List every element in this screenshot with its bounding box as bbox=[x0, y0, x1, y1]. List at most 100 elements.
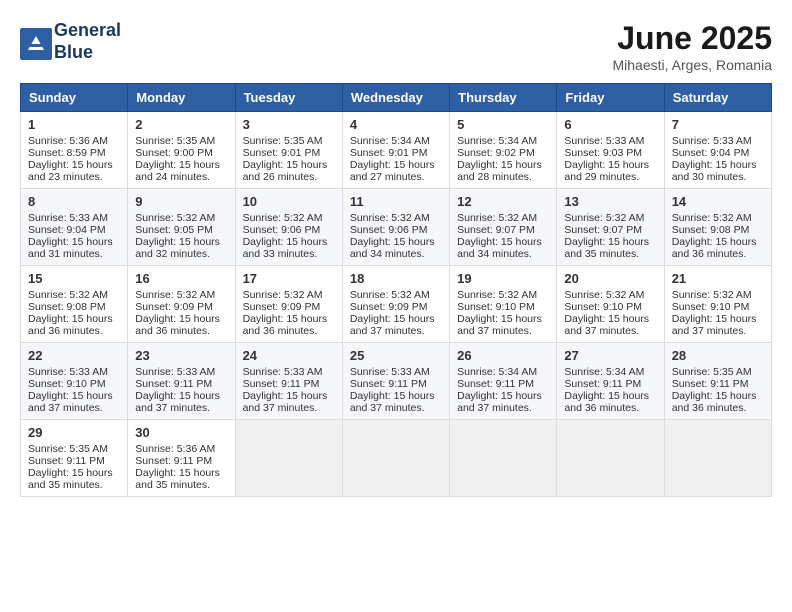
sunset: Sunset: 9:11 PM bbox=[28, 455, 105, 467]
sunset: Sunset: 9:11 PM bbox=[672, 378, 749, 390]
day-number: 11 bbox=[350, 194, 442, 209]
daylight: Daylight: 15 hours and 24 minutes. bbox=[135, 159, 220, 183]
calendar-cell: 5 Sunrise: 5:34 AM Sunset: 9:02 PM Dayli… bbox=[450, 112, 557, 189]
sunrise: Sunrise: 5:32 AM bbox=[672, 289, 752, 301]
calendar-cell: 20 Sunrise: 5:32 AM Sunset: 9:10 PM Dayl… bbox=[557, 266, 664, 343]
sunset: Sunset: 9:01 PM bbox=[350, 147, 428, 159]
sunset: Sunset: 9:09 PM bbox=[135, 301, 213, 313]
sunset: Sunset: 9:11 PM bbox=[564, 378, 641, 390]
sunset: Sunset: 9:05 PM bbox=[135, 224, 213, 236]
day-number: 30 bbox=[135, 425, 227, 440]
logo-text: General Blue bbox=[54, 20, 121, 63]
sunset: Sunset: 9:08 PM bbox=[672, 224, 750, 236]
sunset: Sunset: 9:06 PM bbox=[243, 224, 321, 236]
sunset: Sunset: 9:06 PM bbox=[350, 224, 428, 236]
daylight: Daylight: 15 hours and 37 minutes. bbox=[457, 313, 542, 337]
sunrise: Sunrise: 5:32 AM bbox=[28, 289, 108, 301]
sunrise: Sunrise: 5:33 AM bbox=[350, 366, 430, 378]
day-number: 27 bbox=[564, 348, 656, 363]
sunrise: Sunrise: 5:32 AM bbox=[564, 289, 644, 301]
sunrise: Sunrise: 5:36 AM bbox=[28, 135, 108, 147]
sunset: Sunset: 9:11 PM bbox=[350, 378, 427, 390]
calendar-cell: 3 Sunrise: 5:35 AM Sunset: 9:01 PM Dayli… bbox=[235, 112, 342, 189]
calendar-header-row: SundayMondayTuesdayWednesdayThursdayFrid… bbox=[21, 84, 772, 112]
calendar: SundayMondayTuesdayWednesdayThursdayFrid… bbox=[20, 83, 772, 497]
sunrise: Sunrise: 5:32 AM bbox=[672, 212, 752, 224]
calendar-cell: 18 Sunrise: 5:32 AM Sunset: 9:09 PM Dayl… bbox=[342, 266, 449, 343]
calendar-cell: 27 Sunrise: 5:34 AM Sunset: 9:11 PM Dayl… bbox=[557, 343, 664, 420]
day-number: 10 bbox=[243, 194, 335, 209]
calendar-cell: 21 Sunrise: 5:32 AM Sunset: 9:10 PM Dayl… bbox=[664, 266, 771, 343]
daylight: Daylight: 15 hours and 36 minutes. bbox=[672, 390, 757, 414]
daylight: Daylight: 15 hours and 33 minutes. bbox=[243, 236, 328, 260]
sunrise: Sunrise: 5:33 AM bbox=[672, 135, 752, 147]
calendar-cell bbox=[342, 420, 449, 497]
day-number: 7 bbox=[672, 117, 764, 132]
calendar-header-saturday: Saturday bbox=[664, 84, 771, 112]
daylight: Daylight: 15 hours and 35 minutes. bbox=[28, 467, 113, 491]
daylight: Daylight: 15 hours and 29 minutes. bbox=[564, 159, 649, 183]
calendar-week-3: 15 Sunrise: 5:32 AM Sunset: 9:08 PM Dayl… bbox=[21, 266, 772, 343]
calendar-cell: 28 Sunrise: 5:35 AM Sunset: 9:11 PM Dayl… bbox=[664, 343, 771, 420]
calendar-header-thursday: Thursday bbox=[450, 84, 557, 112]
daylight: Daylight: 15 hours and 30 minutes. bbox=[672, 159, 757, 183]
day-number: 28 bbox=[672, 348, 764, 363]
day-number: 6 bbox=[564, 117, 656, 132]
sunset: Sunset: 9:10 PM bbox=[672, 301, 750, 313]
daylight: Daylight: 15 hours and 34 minutes. bbox=[457, 236, 542, 260]
month-title: June 2025 bbox=[612, 20, 772, 57]
sunset: Sunset: 8:59 PM bbox=[28, 147, 106, 159]
daylight: Daylight: 15 hours and 37 minutes. bbox=[457, 390, 542, 414]
sunrise: Sunrise: 5:32 AM bbox=[564, 212, 644, 224]
daylight: Daylight: 15 hours and 36 minutes. bbox=[243, 313, 328, 337]
calendar-week-4: 22 Sunrise: 5:33 AM Sunset: 9:10 PM Dayl… bbox=[21, 343, 772, 420]
sunset: Sunset: 9:09 PM bbox=[350, 301, 428, 313]
day-number: 21 bbox=[672, 271, 764, 286]
sunset: Sunset: 9:03 PM bbox=[564, 147, 642, 159]
day-number: 12 bbox=[457, 194, 549, 209]
sunrise: Sunrise: 5:32 AM bbox=[457, 212, 537, 224]
sunrise: Sunrise: 5:34 AM bbox=[564, 366, 644, 378]
daylight: Daylight: 15 hours and 36 minutes. bbox=[564, 390, 649, 414]
sunset: Sunset: 9:00 PM bbox=[135, 147, 213, 159]
calendar-header-tuesday: Tuesday bbox=[235, 84, 342, 112]
calendar-header-monday: Monday bbox=[128, 84, 235, 112]
daylight: Daylight: 15 hours and 37 minutes. bbox=[243, 390, 328, 414]
daylight: Daylight: 15 hours and 37 minutes. bbox=[28, 390, 113, 414]
day-number: 14 bbox=[672, 194, 764, 209]
calendar-cell bbox=[235, 420, 342, 497]
daylight: Daylight: 15 hours and 35 minutes. bbox=[135, 467, 220, 491]
day-number: 20 bbox=[564, 271, 656, 286]
sunrise: Sunrise: 5:34 AM bbox=[350, 135, 430, 147]
calendar-cell: 8 Sunrise: 5:33 AM Sunset: 9:04 PM Dayli… bbox=[21, 189, 128, 266]
day-number: 25 bbox=[350, 348, 442, 363]
sunset: Sunset: 9:10 PM bbox=[28, 378, 106, 390]
day-number: 17 bbox=[243, 271, 335, 286]
calendar-cell: 25 Sunrise: 5:33 AM Sunset: 9:11 PM Dayl… bbox=[342, 343, 449, 420]
title-area: June 2025 Mihaesti, Arges, Romania bbox=[612, 20, 772, 73]
logo-line2: Blue bbox=[54, 42, 121, 64]
calendar-cell: 19 Sunrise: 5:32 AM Sunset: 9:10 PM Dayl… bbox=[450, 266, 557, 343]
sunset: Sunset: 9:11 PM bbox=[457, 378, 534, 390]
calendar-week-2: 8 Sunrise: 5:33 AM Sunset: 9:04 PM Dayli… bbox=[21, 189, 772, 266]
day-number: 2 bbox=[135, 117, 227, 132]
calendar-header-wednesday: Wednesday bbox=[342, 84, 449, 112]
header: General Blue June 2025 Mihaesti, Arges, … bbox=[20, 20, 772, 73]
day-number: 29 bbox=[28, 425, 120, 440]
daylight: Daylight: 15 hours and 36 minutes. bbox=[672, 236, 757, 260]
sunrise: Sunrise: 5:35 AM bbox=[135, 135, 215, 147]
sunrise: Sunrise: 5:35 AM bbox=[28, 443, 108, 455]
calendar-cell: 2 Sunrise: 5:35 AM Sunset: 9:00 PM Dayli… bbox=[128, 112, 235, 189]
day-number: 8 bbox=[28, 194, 120, 209]
daylight: Daylight: 15 hours and 37 minutes. bbox=[350, 390, 435, 414]
sunrise: Sunrise: 5:33 AM bbox=[135, 366, 215, 378]
calendar-cell: 24 Sunrise: 5:33 AM Sunset: 9:11 PM Dayl… bbox=[235, 343, 342, 420]
daylight: Daylight: 15 hours and 32 minutes. bbox=[135, 236, 220, 260]
daylight: Daylight: 15 hours and 27 minutes. bbox=[350, 159, 435, 183]
daylight: Daylight: 15 hours and 23 minutes. bbox=[28, 159, 113, 183]
daylight: Daylight: 15 hours and 31 minutes. bbox=[28, 236, 113, 260]
sunrise: Sunrise: 5:32 AM bbox=[350, 212, 430, 224]
daylight: Daylight: 15 hours and 35 minutes. bbox=[564, 236, 649, 260]
calendar-cell: 22 Sunrise: 5:33 AM Sunset: 9:10 PM Dayl… bbox=[21, 343, 128, 420]
daylight: Daylight: 15 hours and 36 minutes. bbox=[135, 313, 220, 337]
